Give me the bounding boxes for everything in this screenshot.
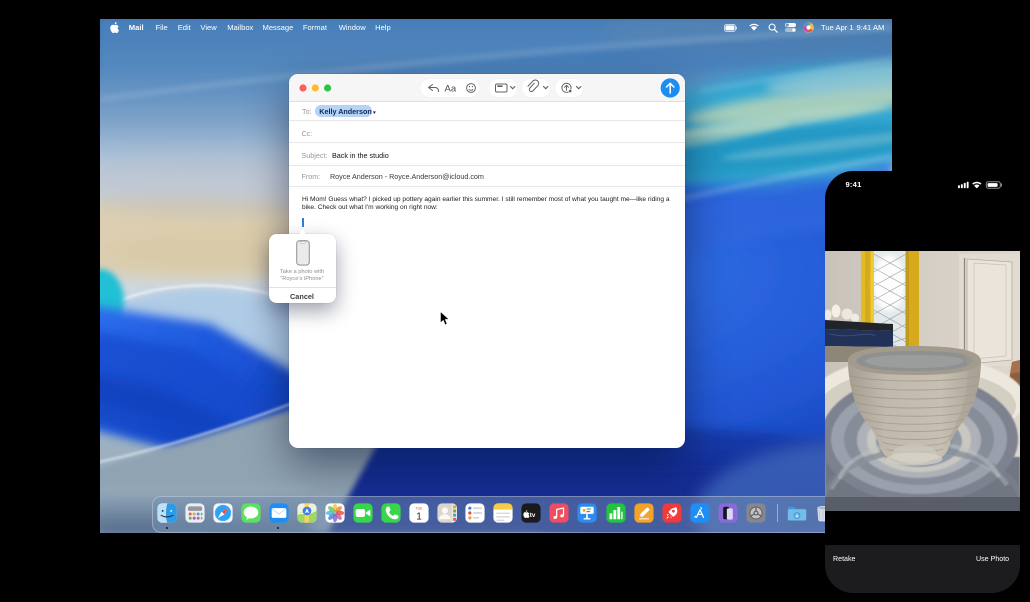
- svg-text:tv: tv: [530, 512, 536, 519]
- svg-text:1: 1: [416, 511, 422, 522]
- svg-text:Aa: Aa: [445, 83, 457, 94]
- svg-text:TUE: TUE: [416, 506, 424, 510]
